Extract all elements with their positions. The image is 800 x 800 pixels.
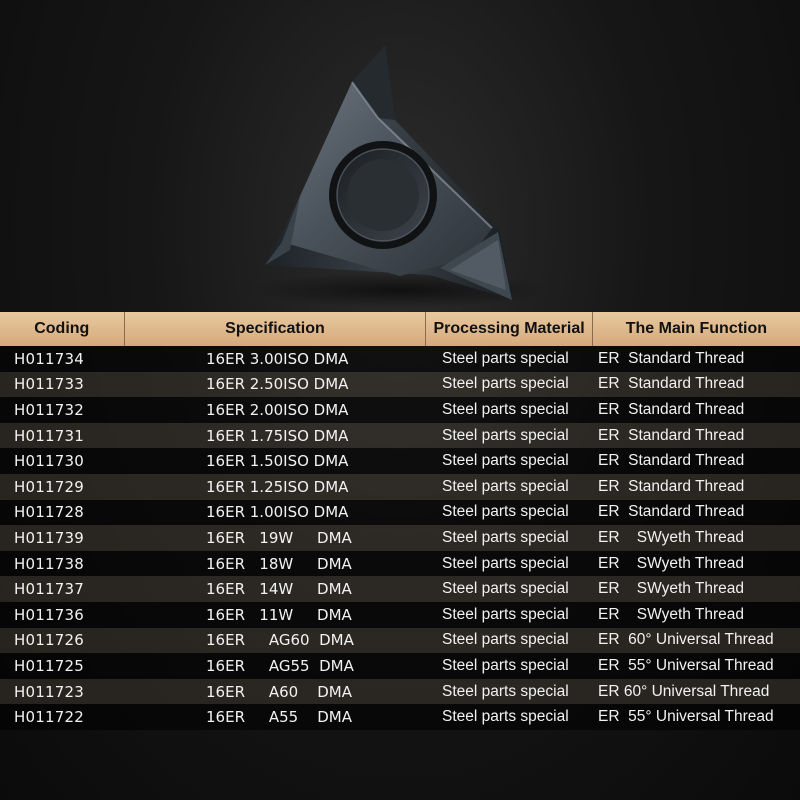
cell-specification: 16ER 18W DMA [206, 554, 352, 573]
header-specification: Specification [125, 312, 427, 346]
cell-specification: 16ER AG55 DMA [206, 656, 354, 675]
table-row: H011723 16ER A60 DMA Steel parts special… [0, 678, 800, 705]
specification-table: Coding Specification Processing Material… [0, 312, 800, 730]
cell-coding: H011738 [14, 554, 84, 573]
threading-insert-image [250, 45, 550, 308]
table-row: H011726 16ER AG60 DMA Steel parts specia… [0, 627, 800, 654]
cell-material: Steel parts special [442, 349, 569, 367]
cell-coding: H011737 [14, 580, 84, 599]
table-row: H011737 16ER 14W DMA Steel parts special… [0, 576, 800, 602]
cell-function: ER 60° Universal Thread [598, 631, 774, 649]
cell-function: ER 55° Universal Thread [598, 708, 774, 726]
table-row: H011738 16ER 18W DMA Steel parts special… [0, 550, 800, 577]
cell-material: Steel parts special [442, 400, 569, 418]
cell-material: Steel parts special [442, 631, 569, 649]
cell-material: Steel parts special [442, 503, 569, 521]
table-row: H011725 16ER AG55 DMA Steel parts specia… [0, 653, 800, 679]
cell-specification: 16ER A55 DMA [206, 708, 353, 727]
table-row: H011733 16ER 2.50ISO DMA Steel parts spe… [0, 371, 800, 398]
table-header-row: Coding Specification Processing Material… [0, 312, 800, 346]
cell-coding: H011739 [14, 528, 84, 547]
cell-material: Steel parts special [442, 580, 569, 598]
cell-material: Steel parts special [442, 528, 569, 546]
cell-material: Steel parts special [442, 682, 569, 700]
table-row: H011728 16ER 1.00ISO DMA Steel parts spe… [0, 499, 800, 526]
cell-material: Steel parts special [442, 426, 569, 444]
cell-specification: 16ER 14W DMA [206, 580, 352, 599]
cell-specification: 16ER 1.50ISO DMA [206, 452, 349, 471]
cell-function: ER Standard Thread [598, 503, 745, 521]
header-processing-material: Processing Material [426, 312, 593, 346]
header-coding: Coding [0, 312, 125, 346]
cell-function: ER SWyeth Thread [598, 580, 745, 598]
table-row: H011722 16ER A55 DMA Steel parts special… [0, 704, 800, 730]
table-row: H011736 16ER 11W DMA Steel parts special… [0, 601, 800, 628]
table-row: H011729 16ER 1.25ISO DMA Steel parts spe… [0, 473, 800, 500]
cell-material: Steel parts special [442, 605, 569, 623]
cell-function: ER 55° Universal Thread [598, 656, 774, 674]
cell-specification: 16ER 19W DMA [206, 528, 352, 547]
cell-specification: 16ER 1.25ISO DMA [206, 477, 349, 496]
cell-material: Steel parts special [442, 554, 569, 572]
cell-coding: H011725 [14, 656, 84, 675]
cell-function: ER SWyeth Thread [598, 528, 745, 546]
cell-coding: H011732 [14, 400, 84, 419]
cell-material: Steel parts special [442, 708, 569, 726]
cell-coding: H011730 [14, 452, 84, 471]
cell-specification: 16ER 2.50ISO DMA [206, 375, 349, 394]
cell-coding: H011736 [14, 605, 84, 624]
cell-function: ER 60° Universal Thread [598, 682, 770, 700]
cell-function: ER Standard Thread [598, 426, 745, 444]
table-row: H011732 16ER 2.00ISO DMA Steel parts spe… [0, 397, 800, 423]
cell-specification: 16ER 1.75ISO DMA [206, 426, 349, 445]
cell-function: ER SWyeth Thread [598, 554, 745, 572]
cell-coding: H011726 [14, 631, 84, 650]
cell-function: ER Standard Thread [598, 452, 745, 470]
cell-specification: 16ER 3.00ISO DMA [206, 349, 349, 368]
cell-specification: 16ER 2.00ISO DMA [206, 400, 349, 419]
cell-coding: H011722 [14, 708, 84, 727]
cell-function: ER Standard Thread [598, 400, 745, 418]
cell-material: Steel parts special [442, 656, 569, 674]
cell-function: ER Standard Thread [598, 349, 745, 367]
table-row: H011734 16ER 3.00ISO DMA Steel parts spe… [0, 346, 800, 372]
cell-coding: H011723 [14, 682, 84, 701]
cell-material: Steel parts special [442, 375, 569, 393]
cell-coding: H011731 [14, 426, 84, 445]
cell-coding: H011734 [14, 349, 84, 368]
table-row: H011739 16ER 19W DMA Steel parts special… [0, 525, 800, 551]
cell-material: Steel parts special [442, 452, 569, 470]
cell-function: ER Standard Thread [598, 477, 745, 495]
cell-coding: H011728 [14, 503, 84, 522]
product-image-area [0, 0, 800, 310]
table-row: H011731 16ER 1.75ISO DMA Steel parts spe… [0, 422, 800, 449]
header-main-function: The Main Function [625, 320, 768, 337]
cell-coding: H011733 [14, 375, 84, 394]
cell-specification: 16ER 1.00ISO DMA [206, 503, 349, 522]
cell-function: ER SWyeth Thread [598, 605, 745, 623]
cell-specification: 16ER AG60 DMA [206, 631, 354, 650]
cell-function: ER Standard Thread [598, 375, 745, 393]
cell-specification: 16ER 11W DMA [206, 605, 352, 624]
table-body: H011734 16ER 3.00ISO DMA Steel parts spe… [0, 346, 800, 730]
cell-specification: 16ER A60 DMA [206, 682, 353, 701]
cell-coding: H011729 [14, 477, 84, 496]
table-row: H011730 16ER 1.50ISO DMA Steel parts spe… [0, 448, 800, 474]
cell-material: Steel parts special [442, 477, 569, 495]
